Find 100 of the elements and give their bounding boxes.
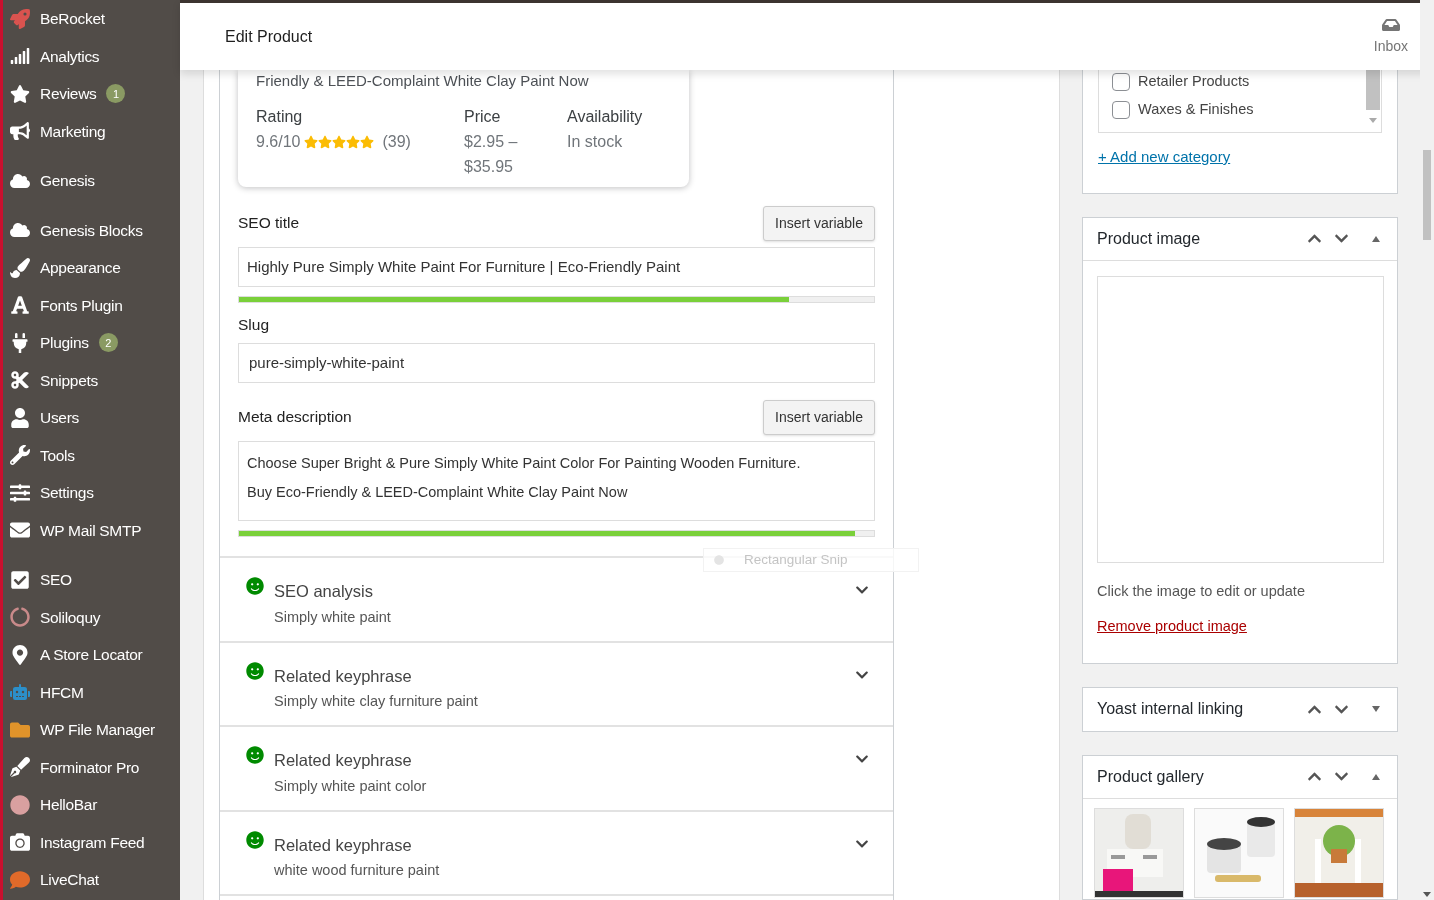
sidebar-item[interactable]: Reviews 1 — [3, 75, 180, 113]
category-label: Retailer Products — [1138, 72, 1250, 91]
sidebar-item[interactable]: A Store Locator — [3, 636, 180, 674]
sidebar-item[interactable]: Users — [3, 399, 180, 437]
star-icon — [318, 134, 333, 149]
megaphone-icon — [10, 121, 30, 142]
sidebar-label: A Store Locator — [40, 645, 143, 666]
seo-title-field[interactable]: Highly Pure Simply White Paint For Furniture | Eco-Friendly Paint — [238, 247, 875, 287]
sidebar-label: HFCM — [40, 682, 84, 703]
circle-icon — [10, 794, 30, 815]
envelope-icon — [10, 520, 30, 541]
sidebar-item[interactable]: Forminator Pro — [3, 748, 180, 786]
star-icon — [360, 134, 375, 149]
insert-variable-button[interactable]: Insert variable — [763, 205, 875, 241]
count-badge: 1 — [106, 84, 126, 104]
plug-icon — [10, 332, 30, 353]
availability-value: In stock — [567, 132, 624, 152]
sidebar-item[interactable]: Plugins 2 — [3, 324, 180, 362]
category-checkbox-row[interactable]: Retailer Products — [1112, 71, 1365, 93]
box-title: Product image — [1097, 228, 1201, 249]
page-title: Edit Product — [225, 26, 313, 47]
checkbox[interactable] — [1112, 72, 1130, 91]
sidebar-item[interactable]: Settings — [3, 474, 180, 512]
sliders-icon — [10, 482, 30, 503]
sidebar-item[interactable]: HFCM — [3, 673, 180, 711]
brush-icon — [10, 257, 30, 278]
sidebar-label: Reviews — [40, 84, 97, 105]
robot-icon — [10, 682, 30, 703]
review-count: (39) — [382, 132, 411, 152]
collapse-icon[interactable] — [1371, 772, 1381, 781]
sidebar-label: Snippets — [40, 370, 98, 391]
price-value: $2.95 – $35.95 — [464, 132, 519, 177]
scrollbar-thumb[interactable] — [1423, 150, 1431, 240]
inbox-icon — [1381, 16, 1400, 34]
sidebar-item[interactable]: Genesis — [3, 162, 180, 200]
collapse-icon[interactable] — [1371, 234, 1381, 243]
analysis-section[interactable]: Related keyphrase white wood furniture paint — [220, 809, 893, 894]
sidebar-item[interactable]: Appearance — [3, 249, 180, 287]
add-category-link[interactable]: + Add new category — [1098, 146, 1382, 169]
slug-field[interactable]: pure-simply-white-paint — [238, 343, 875, 383]
meta-description-field[interactable]: Choose Super Bright & Pure Simply White Paint Color For Painting Wooden Furniture. Buy Eco-Friendly & LEED-Complaint White Clay Paint Now — [238, 441, 875, 521]
sidebar-label: Analytics — [40, 46, 100, 67]
sidebar-label: SEO — [40, 570, 72, 591]
scrollbar-thumb[interactable] — [1366, 70, 1380, 110]
sidebar-item[interactable]: WP Mail SMTP — [3, 511, 180, 549]
sidebar-label: Forminator Pro — [40, 757, 140, 778]
keyphrase-text: Simply white paint color — [274, 776, 428, 796]
sidebar-item[interactable]: LiveChat — [3, 861, 180, 899]
sidebar-label: WP Mail SMTP — [40, 520, 142, 541]
analysis-section[interactable]: Related keyphrase Simply white clay furniture paint — [220, 640, 893, 725]
keyphrase-text: Simply white clay furniture paint — [274, 692, 479, 712]
sidebar-label: Instagram Feed — [40, 832, 145, 853]
bar-chart-icon — [10, 46, 30, 67]
price-label: Price — [464, 107, 502, 127]
sidebar-label: Fonts Plugin — [40, 295, 123, 316]
sidebar-item[interactable]: Tools — [3, 436, 180, 474]
analysis-section[interactable]: Related keyphrase Simply white paint color — [220, 725, 893, 810]
chat-icon — [10, 869, 30, 890]
rating-label: Rating — [256, 107, 304, 127]
sidebar-item[interactable]: Analytics — [3, 37, 180, 75]
sidebar-item[interactable]: BeRocket — [3, 0, 180, 38]
page-scrollbar[interactable] — [1420, 0, 1434, 900]
inbox-button[interactable]: Inbox — [1373, 16, 1408, 57]
star-icon — [346, 134, 361, 149]
section-title: SEO analysis — [274, 581, 375, 602]
category-checkbox-row[interactable]: Waxes & Finishes — [1112, 98, 1365, 121]
sidebar-item[interactable]: Snippets — [3, 361, 180, 399]
insert-variable-button[interactable]: Insert variable — [763, 399, 875, 435]
sidebar-item[interactable]: Instagram Feed — [3, 823, 180, 861]
category-label: Waxes & Finishes — [1138, 99, 1254, 119]
sidebar-label: Appearance — [40, 258, 121, 279]
pen-icon — [10, 757, 30, 778]
star-icon — [332, 134, 347, 149]
image-hint: Click the image to edit or update — [1097, 581, 1306, 601]
sidebar-item[interactable]: HelloBar — [3, 786, 180, 824]
sidebar-item[interactable]: Fonts Plugin — [3, 286, 180, 324]
keyphrase-text: white wood furniture paint — [274, 861, 441, 881]
sidebar-item[interactable]: Marketing — [3, 112, 180, 150]
expand-icon[interactable] — [1371, 705, 1381, 713]
sidebar-item[interactable]: Soliloquy — [3, 598, 180, 636]
sidebar-label: Tools — [40, 445, 75, 466]
count-badge: 2 — [98, 333, 118, 353]
sidebar-label: Soliloquy — [40, 607, 101, 628]
star-icon — [10, 83, 30, 104]
scissors-icon — [10, 370, 30, 391]
smiley-icon — [246, 577, 264, 595]
sidebar-item[interactable]: WP File Manager — [3, 711, 180, 749]
snippet-description: Friendly & LEED-Complaint White Clay Paint Now — [256, 71, 590, 90]
sidebar-item[interactable]: SEO — [3, 561, 180, 599]
sidebar-label: LiveChat — [40, 870, 99, 891]
remove-image-link[interactable]: Remove product image — [1097, 616, 1383, 638]
camera-icon — [10, 832, 30, 853]
smiley-icon — [246, 830, 264, 849]
sidebar-label: Plugins — [40, 333, 89, 354]
scroll-down-icon[interactable] — [1423, 892, 1431, 898]
box-title: Product gallery — [1097, 766, 1204, 787]
checkbox[interactable] — [1112, 100, 1130, 119]
sidebar-item[interactable]: Genesis Blocks — [3, 211, 180, 249]
sidebar-label: Genesis — [40, 171, 95, 192]
availability-label: Availability — [567, 107, 643, 127]
